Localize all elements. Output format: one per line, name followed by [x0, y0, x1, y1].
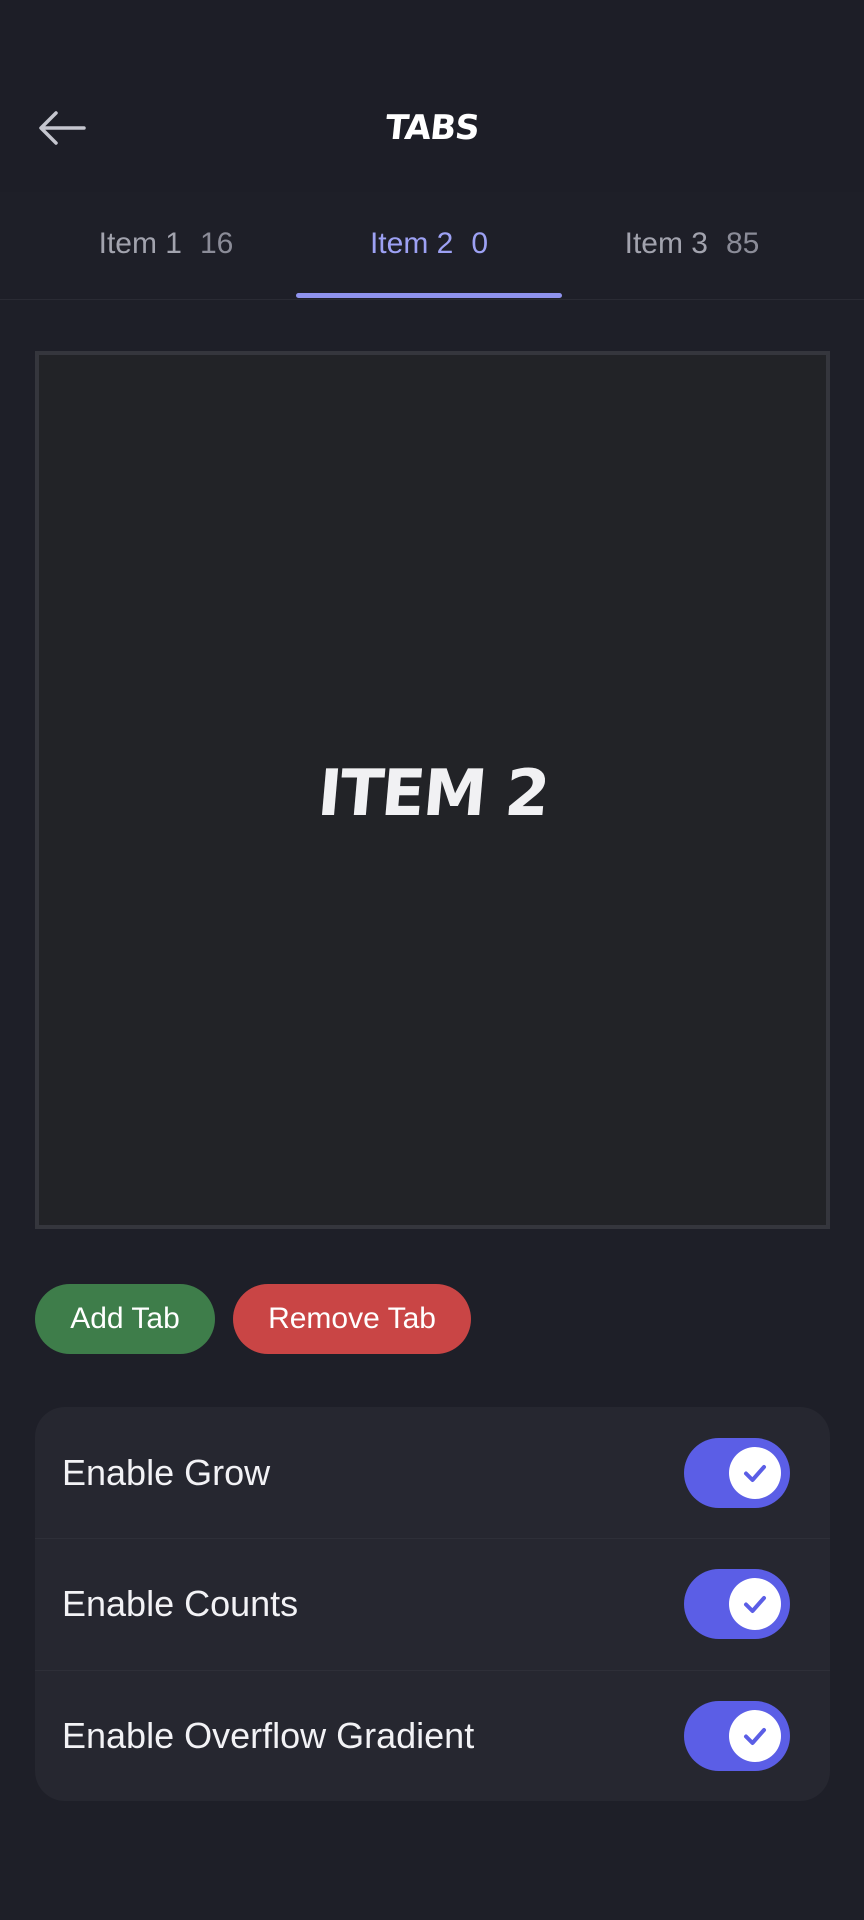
tab-count-badge: 16	[200, 227, 234, 260]
page-title: TABS	[383, 108, 481, 148]
tab-count-badge: 0	[471, 227, 489, 260]
setting-label: Enable Overflow Gradient	[62, 1715, 475, 1756]
setting-row-enable-overflow-gradient[interactable]: Enable Overflow Gradient	[35, 1670, 830, 1801]
tab-bar: Item 1 16 Item 2 0 Item 3 85	[0, 192, 864, 300]
remove-tab-button[interactable]: Remove Tab	[233, 1284, 471, 1354]
tab-item-1[interactable]: Item 1 16	[42, 192, 290, 296]
setting-row-enable-counts[interactable]: Enable Counts	[35, 1538, 830, 1669]
toggle-knob	[729, 1446, 781, 1499]
tab-item-3[interactable]: Item 3 85	[568, 192, 816, 296]
add-tab-button[interactable]: Add Tab	[35, 1284, 215, 1354]
tab-label: Item 2	[369, 227, 454, 260]
tab-label: Item 3	[624, 227, 708, 260]
tab-content-label: ITEM 2	[314, 757, 551, 831]
toggle-knob	[729, 1578, 781, 1630]
tab-item-2[interactable]: Item 2 0	[296, 192, 562, 296]
toggle-knob	[729, 1710, 781, 1762]
setting-row-enable-grow[interactable]: Enable Grow	[35, 1407, 830, 1538]
enable-overflow-gradient-toggle[interactable]	[684, 1701, 790, 1771]
enable-counts-toggle[interactable]	[684, 1569, 790, 1639]
enable-grow-toggle[interactable]	[684, 1437, 790, 1508]
check-icon	[744, 1596, 766, 1613]
active-tab-indicator	[296, 293, 562, 298]
tab-label: Item 1	[98, 227, 182, 260]
settings-card: Enable Grow Enable Counts Enable Overflo…	[35, 1407, 830, 1801]
setting-label: Enable Counts	[62, 1583, 299, 1624]
app-bar: TABS	[0, 0, 864, 192]
setting-label: Enable Grow	[62, 1451, 271, 1493]
tab-count-badge: 85	[726, 227, 760, 260]
tabs-screen: TABS Item 1 16 Item 2 0 Item 3 85 ITEM 2…	[0, 0, 864, 1920]
check-icon	[744, 1464, 766, 1482]
tab-content-panel: ITEM 2	[35, 351, 830, 1229]
check-icon	[744, 1728, 766, 1745]
